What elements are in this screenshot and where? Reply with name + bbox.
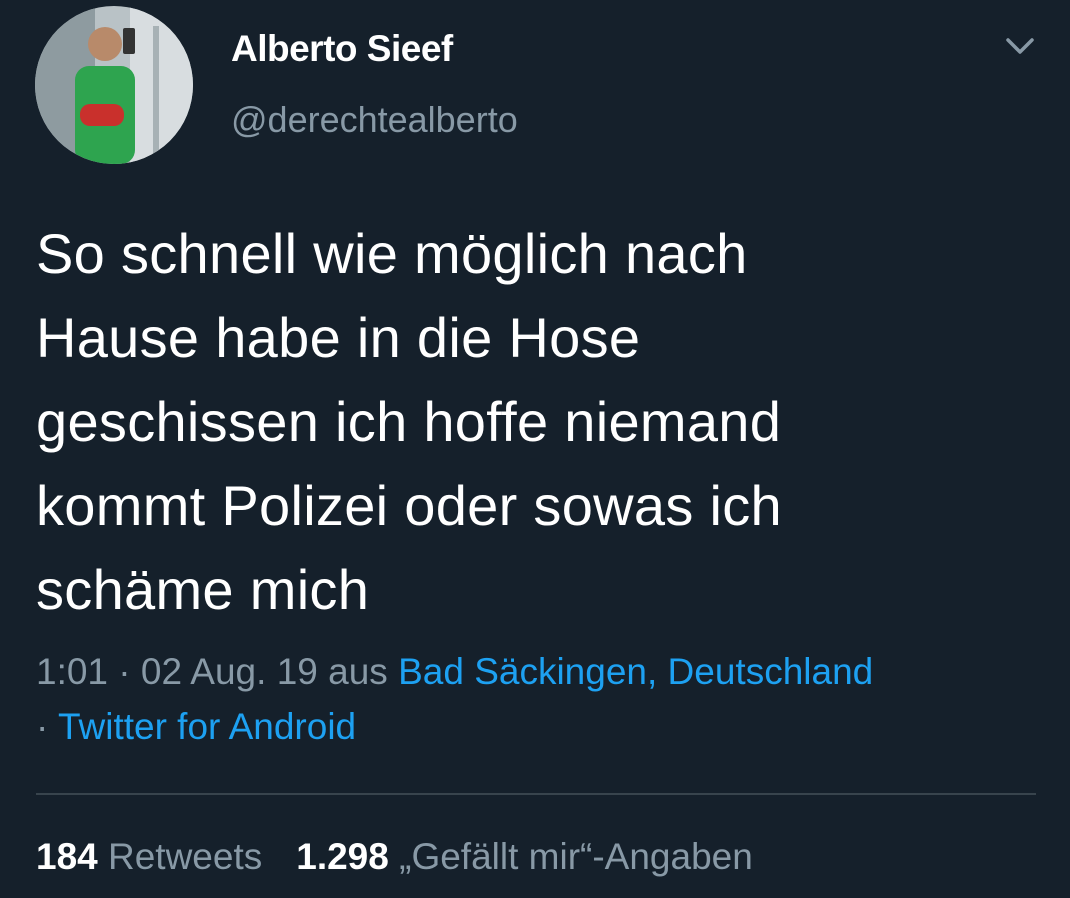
user-handle[interactable]: @derechtealberto — [231, 99, 518, 141]
retweets-label: Retweets — [97, 836, 263, 877]
meta-line-2: · Twitter for Android — [36, 699, 1046, 754]
tweet-text: So schnell wie möglich nach Hause habe i… — [36, 212, 1036, 632]
tweet-card: Alberto Sieef @derechtealberto So schnel… — [0, 0, 1070, 898]
tweet-meta: 1:01 · 02 Aug. 19 aus Bad Säckingen, Deu… — [36, 644, 1046, 754]
retweets-stat[interactable]: 184 Retweets — [36, 836, 262, 877]
tweet-text-line: schäme mich — [36, 558, 370, 621]
meta-separator: · — [108, 651, 141, 692]
tweet-text-line: kommt Polizei oder sowas ich — [36, 474, 782, 537]
tweet-stats: 184 Retweets 1.298 „Gefällt mir“-Angaben — [36, 836, 787, 878]
likes-label: „Gefällt mir“-Angaben — [388, 836, 753, 877]
likes-stat[interactable]: 1.298 „Gefällt mir“-Angaben — [296, 836, 753, 877]
tweet-source-link[interactable]: Twitter for Android — [58, 706, 356, 747]
chevron-down-icon[interactable] — [1000, 30, 1040, 64]
avatar-image — [35, 6, 193, 164]
likes-count: 1.298 — [296, 836, 389, 877]
meta-separator: · — [36, 706, 58, 747]
tweet-text-line: Hause habe in die Hose — [36, 306, 641, 369]
divider — [36, 793, 1036, 795]
tweet-time[interactable]: 1:01 — [36, 651, 108, 692]
avatar[interactable] — [35, 6, 193, 164]
tweet-location-link[interactable]: Bad Säckingen, Deutschland — [398, 651, 873, 692]
tweet-text-line: So schnell wie möglich nach — [36, 222, 748, 285]
tweet-date[interactable]: 02 Aug. 19 — [141, 651, 318, 692]
retweets-count: 184 — [36, 836, 98, 877]
meta-line-1: 1:01 · 02 Aug. 19 aus Bad Säckingen, Deu… — [36, 644, 1046, 699]
tweet-text-line: geschissen ich hoffe niemand — [36, 390, 782, 453]
meta-from-label: aus — [317, 651, 399, 692]
user-name[interactable]: Alberto Sieef — [231, 28, 453, 70]
